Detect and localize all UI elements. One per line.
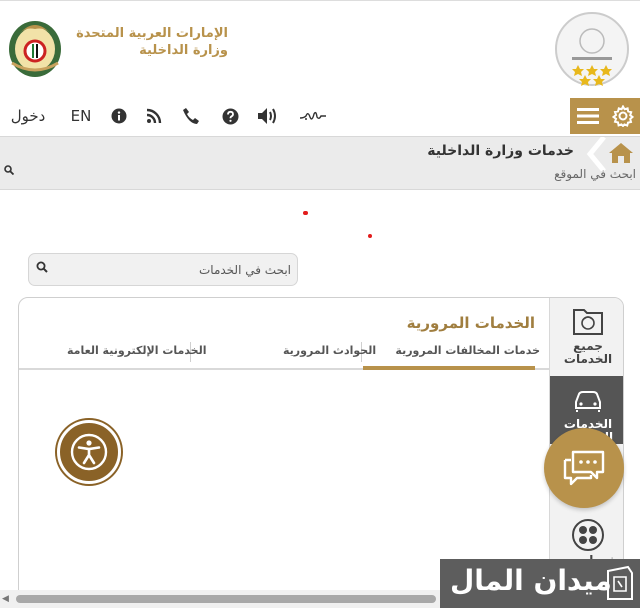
uae-emblem-icon[interactable] xyxy=(6,13,64,79)
breadcrumb-separator-icon xyxy=(586,137,606,171)
services-search-input[interactable] xyxy=(55,260,291,280)
grid-circles-icon xyxy=(572,519,604,551)
award-logo-icon xyxy=(555,12,629,86)
panel-title: الخدمات المرورية xyxy=(406,314,535,332)
ministry-name-line1: الإمارات العربية المتحدة xyxy=(76,26,228,41)
tab-traffic-accidents[interactable]: الحوادث المرورية xyxy=(283,344,376,357)
tab-general-eservices[interactable]: الخدمات الإلكترونية العامة xyxy=(67,344,207,357)
chat-icon xyxy=(563,450,605,486)
folder-emblem-icon xyxy=(573,309,603,335)
sign-language-icon[interactable] xyxy=(298,106,328,126)
language-switch[interactable]: EN xyxy=(68,106,94,126)
site-search-input[interactable]: ابحث في الموقع xyxy=(554,167,636,181)
settings-button[interactable] xyxy=(606,98,640,134)
search-icon[interactable] xyxy=(36,261,48,273)
ministry-name-line2: وزارة الداخلية xyxy=(139,43,228,58)
accessibility-icon xyxy=(70,433,108,471)
menu-button[interactable] xyxy=(570,98,606,134)
top-toolbar: دخول EN xyxy=(0,96,640,136)
accessibility-button[interactable] xyxy=(57,420,121,484)
horizontal-scrollbar[interactable]: ◀ xyxy=(0,590,445,608)
tab-traffic-violations[interactable]: خدمات المخالفات المرورية xyxy=(395,344,540,357)
breadcrumb: خدمات وزارة الداخلية ابحث في الموقع xyxy=(0,136,640,190)
side-nav-all-services[interactable]: جميع الخدمات xyxy=(550,304,623,376)
active-tab-indicator xyxy=(363,366,535,370)
watermark: ميدان المال xyxy=(440,559,640,608)
site-header: الإمارات العربية المتحدة وزارة الداخلية xyxy=(0,0,640,96)
breadcrumb-current[interactable]: خدمات وزارة الداخلية xyxy=(427,143,574,159)
chat-button[interactable] xyxy=(544,428,624,508)
phone-icon[interactable] xyxy=(181,106,201,126)
watermark-text: ميدان المال xyxy=(450,564,612,597)
sound-icon[interactable] xyxy=(256,106,280,126)
side-nav-label: جميع الخدمات xyxy=(563,339,613,366)
scrollbar-thumb[interactable] xyxy=(16,595,436,603)
rss-icon[interactable] xyxy=(145,106,163,126)
search-icon[interactable] xyxy=(4,165,14,175)
wallet-logo-icon xyxy=(607,565,633,600)
home-icon[interactable] xyxy=(608,142,634,164)
info-icon[interactable] xyxy=(110,106,128,126)
help-icon[interactable] xyxy=(220,106,240,126)
decorative-dot xyxy=(303,211,308,215)
services-search-box xyxy=(28,253,298,286)
car-icon xyxy=(575,391,601,412)
hamburger-icon xyxy=(577,108,599,124)
login-link[interactable]: دخول xyxy=(8,106,48,126)
gear-icon xyxy=(612,105,634,127)
ministry-name[interactable]: الإمارات العربية المتحدة وزارة الداخلية xyxy=(76,25,228,59)
decorative-dot xyxy=(368,234,372,238)
scroll-left-arrow-icon[interactable]: ◀ xyxy=(2,594,9,604)
services-tabs: خدمات المخالفات المرورية الحوادث المروري… xyxy=(19,340,549,370)
